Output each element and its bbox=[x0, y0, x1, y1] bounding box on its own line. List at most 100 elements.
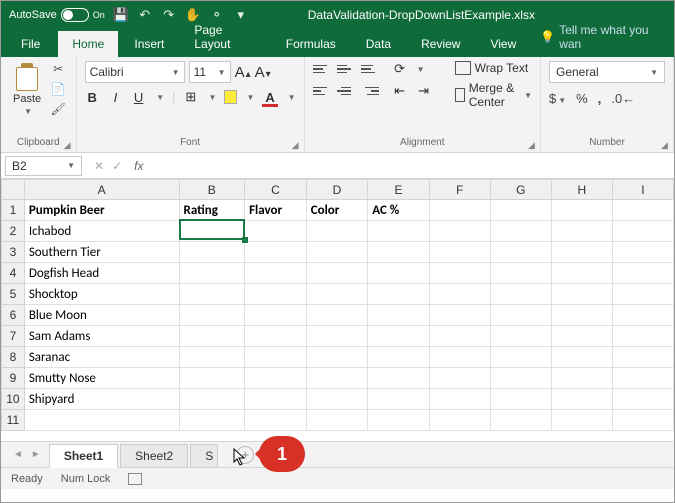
tab-formulas[interactable]: Formulas bbox=[272, 31, 350, 57]
row-header-7[interactable]: 7 bbox=[2, 326, 25, 347]
cell-E1[interactable]: AC % bbox=[368, 200, 430, 221]
increase-decimal-icon[interactable]: .0← bbox=[611, 91, 635, 106]
tab-home[interactable]: Home bbox=[58, 31, 118, 57]
row-header-11[interactable]: 11 bbox=[2, 410, 25, 431]
cell-G6[interactable] bbox=[490, 305, 551, 326]
cell-C7[interactable] bbox=[245, 326, 307, 347]
cell-F8[interactable] bbox=[429, 347, 490, 368]
cell-I11[interactable] bbox=[612, 410, 673, 431]
cell-B1[interactable]: Rating bbox=[179, 200, 245, 221]
cell-A8[interactable]: Saranac bbox=[24, 347, 179, 368]
cell-C4[interactable] bbox=[245, 263, 307, 284]
cell-H10[interactable] bbox=[551, 389, 612, 410]
column-header-I[interactable]: I bbox=[612, 180, 673, 200]
cell-C1[interactable]: Flavor bbox=[245, 200, 307, 221]
increase-indent-icon[interactable]: ⇥ bbox=[415, 83, 433, 99]
italic-button[interactable]: I bbox=[108, 90, 123, 105]
decrease-indent-icon[interactable]: ⇤ bbox=[391, 83, 409, 99]
dialog-launcher-icon[interactable]: ◢ bbox=[64, 140, 74, 150]
cell-G4[interactable] bbox=[490, 263, 551, 284]
tab-review[interactable]: Review bbox=[407, 31, 474, 57]
cell-F10[interactable] bbox=[429, 389, 490, 410]
cell-D1[interactable]: Color bbox=[306, 200, 368, 221]
cell-B11[interactable] bbox=[179, 410, 245, 431]
paste-button[interactable]: Paste ▼ bbox=[9, 61, 45, 118]
cell-C5[interactable] bbox=[245, 284, 307, 305]
cell-D8[interactable] bbox=[306, 347, 368, 368]
macro-record-icon[interactable] bbox=[128, 473, 142, 485]
cell-E6[interactable] bbox=[368, 305, 430, 326]
row-header-1[interactable]: 1 bbox=[2, 200, 25, 221]
cell-H8[interactable] bbox=[551, 347, 612, 368]
underline-button[interactable]: U bbox=[131, 90, 146, 105]
cell-D5[interactable] bbox=[306, 284, 368, 305]
column-header-H[interactable]: H bbox=[551, 180, 612, 200]
nav-next-icon[interactable]: ► bbox=[31, 449, 41, 460]
cell-E11[interactable] bbox=[368, 410, 430, 431]
cell-F5[interactable] bbox=[429, 284, 490, 305]
row-header-5[interactable]: 5 bbox=[2, 284, 25, 305]
select-all-corner[interactable] bbox=[2, 180, 25, 200]
cell-D3[interactable] bbox=[306, 242, 368, 263]
tab-view[interactable]: View bbox=[476, 31, 530, 57]
cell-F2[interactable] bbox=[429, 221, 490, 242]
column-header-F[interactable]: F bbox=[429, 180, 490, 200]
cell-A2[interactable]: Ichabod bbox=[24, 221, 179, 242]
cell-G2[interactable] bbox=[490, 221, 551, 242]
font-color-button[interactable]: A bbox=[262, 90, 277, 105]
number-format-combo[interactable]: General▼ bbox=[549, 61, 665, 83]
cell-E9[interactable] bbox=[368, 368, 430, 389]
row-header-9[interactable]: 9 bbox=[2, 368, 25, 389]
cell-A5[interactable]: Shocktop bbox=[24, 284, 179, 305]
align-center-icon[interactable] bbox=[337, 83, 355, 99]
autosave-toggle[interactable]: AutoSave On bbox=[9, 8, 105, 22]
cell-C3[interactable] bbox=[245, 242, 307, 263]
increase-font-icon[interactable]: A▴ bbox=[235, 64, 251, 81]
cell-H1[interactable] bbox=[551, 200, 612, 221]
cell-C8[interactable] bbox=[245, 347, 307, 368]
cell-E4[interactable] bbox=[368, 263, 430, 284]
name-box[interactable]: B2▼ bbox=[5, 156, 82, 176]
font-name-combo[interactable]: Calibri▼ bbox=[85, 61, 185, 83]
accounting-format-icon[interactable]: $▼ bbox=[549, 91, 566, 106]
cell-G10[interactable] bbox=[490, 389, 551, 410]
row-header-3[interactable]: 3 bbox=[2, 242, 25, 263]
comma-format-icon[interactable]: , bbox=[598, 91, 602, 106]
cell-H6[interactable] bbox=[551, 305, 612, 326]
enter-formula-icon[interactable]: ✓ bbox=[112, 159, 122, 173]
cell-F4[interactable] bbox=[429, 263, 490, 284]
sheet-tab-partial[interactable]: S bbox=[190, 444, 218, 467]
align-bottom-icon[interactable] bbox=[361, 61, 379, 77]
cell-D11[interactable] bbox=[306, 410, 368, 431]
cell-H11[interactable] bbox=[551, 410, 612, 431]
cell-A11[interactable] bbox=[24, 410, 179, 431]
cell-F6[interactable] bbox=[429, 305, 490, 326]
cell-F7[interactable] bbox=[429, 326, 490, 347]
tab-data[interactable]: Data bbox=[352, 31, 405, 57]
cell-D7[interactable] bbox=[306, 326, 368, 347]
row-header-6[interactable]: 6 bbox=[2, 305, 25, 326]
align-left-icon[interactable] bbox=[313, 83, 331, 99]
align-top-icon[interactable] bbox=[313, 61, 331, 77]
cell-G3[interactable] bbox=[490, 242, 551, 263]
format-painter-icon[interactable]: 🖌 bbox=[49, 101, 67, 117]
dialog-launcher-icon[interactable]: ◢ bbox=[528, 140, 538, 150]
column-header-G[interactable]: G bbox=[490, 180, 551, 200]
sheet-nav-arrows[interactable]: ◄► bbox=[7, 449, 47, 460]
cell-H5[interactable] bbox=[551, 284, 612, 305]
cell-E5[interactable] bbox=[368, 284, 430, 305]
column-header-C[interactable]: C bbox=[245, 180, 307, 200]
align-middle-icon[interactable] bbox=[337, 61, 355, 77]
save-icon[interactable]: 💾 bbox=[113, 7, 129, 23]
font-size-combo[interactable]: 11▼ bbox=[189, 61, 231, 83]
row-header-2[interactable]: 2 bbox=[2, 221, 25, 242]
cell-I9[interactable] bbox=[612, 368, 673, 389]
cell-B3[interactable] bbox=[179, 242, 245, 263]
fill-color-button[interactable] bbox=[224, 90, 236, 104]
cell-D9[interactable] bbox=[306, 368, 368, 389]
cell-I6[interactable] bbox=[612, 305, 673, 326]
cell-B6[interactable] bbox=[179, 305, 245, 326]
cell-B10[interactable] bbox=[179, 389, 245, 410]
tree-icon[interactable]: ⚬ bbox=[209, 7, 225, 23]
cell-I5[interactable] bbox=[612, 284, 673, 305]
